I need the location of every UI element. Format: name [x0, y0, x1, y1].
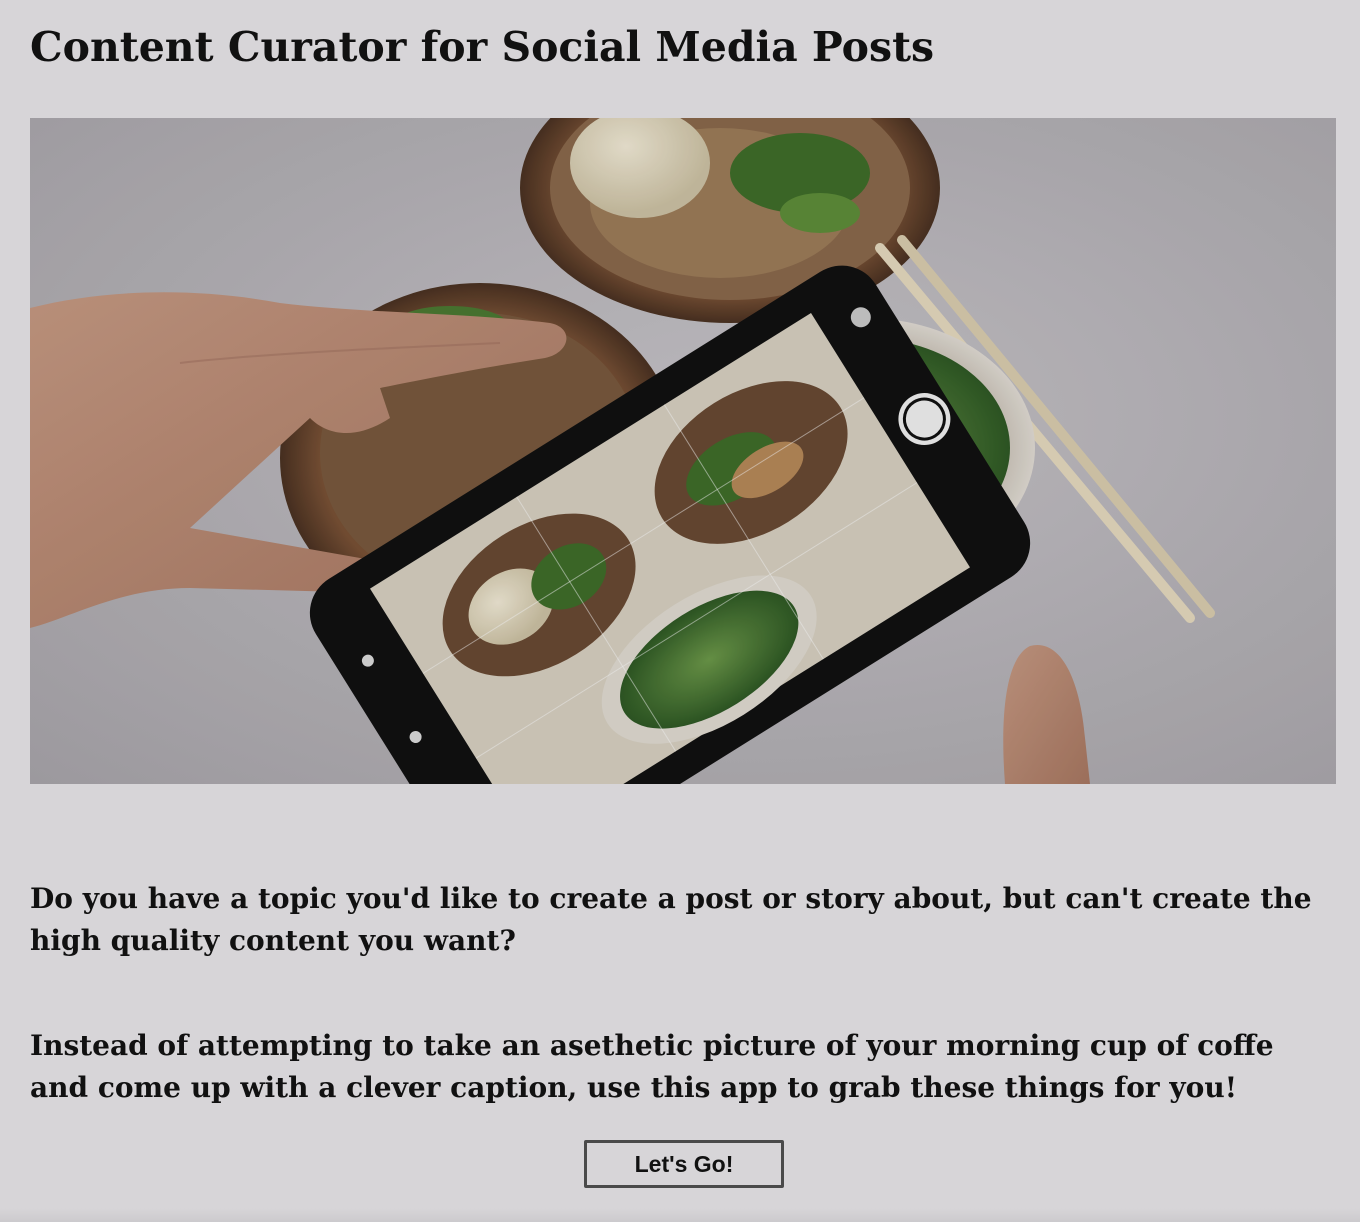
- page-bottom-edge: [0, 1208, 1360, 1222]
- page-title: Content Curator for Social Media Posts: [30, 23, 935, 71]
- intro-paragraph: Do you have a topic you'd like to create…: [30, 882, 1312, 957]
- pitch-paragraph: Instead of attempting to take an asethet…: [30, 1029, 1274, 1104]
- lets-go-button[interactable]: Let's Go!: [584, 1140, 784, 1188]
- hero-image: [30, 118, 1336, 784]
